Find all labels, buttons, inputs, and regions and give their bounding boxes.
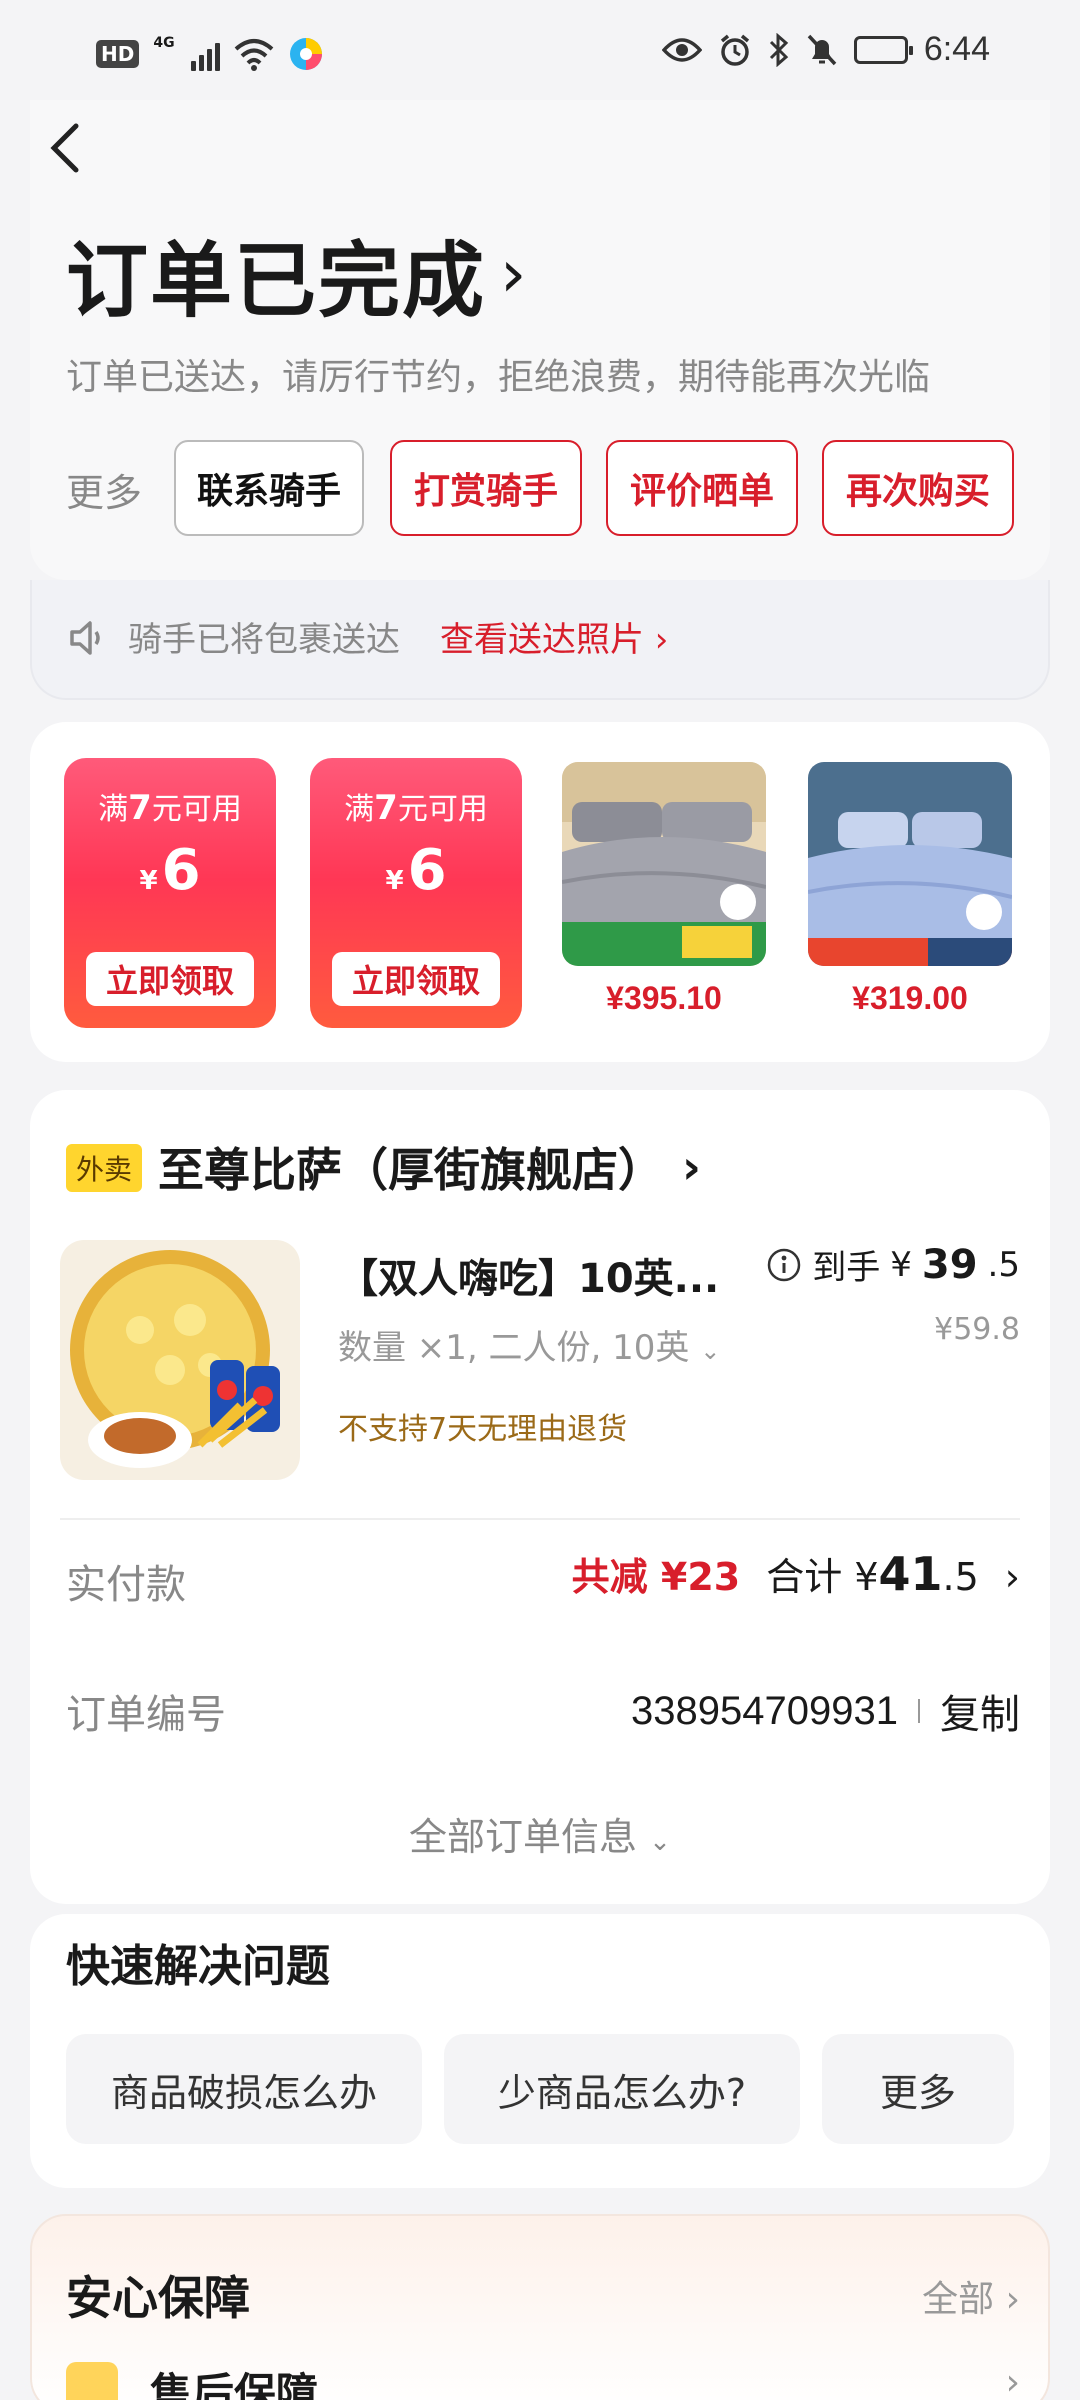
shop-name-link[interactable]: 至尊比萨（厚街旗舰店） › bbox=[158, 1134, 701, 1200]
order-number-row: 338954709931 复制 bbox=[631, 1682, 1020, 1740]
back-arrow-icon[interactable] bbox=[44, 118, 88, 178]
contact-rider-button[interactable]: 联系骑手 bbox=[174, 440, 364, 536]
pizza-image[interactable] bbox=[60, 1240, 300, 1480]
divider bbox=[60, 1518, 1020, 1520]
order-status-title[interactable]: 订单已完成 › bbox=[66, 214, 528, 333]
item-name[interactable]: 【双人嗨吃】10英... bbox=[338, 1246, 719, 1304]
more-label[interactable]: 更多 bbox=[66, 462, 142, 517]
guarantee-title: 安心保障 bbox=[66, 2271, 250, 2325]
coupon-card[interactable]: 满7元可用 ¥6 立即领取 bbox=[64, 758, 276, 1028]
coupon-condition: 满7元可用 bbox=[344, 788, 488, 828]
signal-icon bbox=[190, 37, 220, 71]
product-image-gray-bedding[interactable] bbox=[562, 762, 766, 966]
reorder-button[interactable]: 再次购买 bbox=[822, 440, 1014, 536]
info-icon[interactable] bbox=[766, 1247, 802, 1283]
page-title: 订单已完成 bbox=[66, 234, 487, 329]
coupon-card[interactable]: 满7元可用 ¥6 立即领取 bbox=[310, 758, 522, 1028]
chevron-down-icon: ⌄ bbox=[700, 1337, 721, 1365]
speaker-icon bbox=[70, 621, 100, 655]
wifi-icon bbox=[234, 39, 273, 71]
battery-icon bbox=[853, 35, 913, 64]
status-subtitle: 订单已送达，请厉行节约，拒绝浪费，期待能再次光临 bbox=[66, 357, 931, 398]
notice-text: 骑手已将包裹送达 bbox=[128, 620, 400, 660]
network-type: 4G bbox=[153, 35, 175, 51]
chevron-right-icon: › bbox=[1004, 1555, 1020, 1599]
status-bar: HD 4G 6:44 bbox=[0, 0, 1080, 110]
missing-item-button[interactable]: 少商品怎么办? bbox=[444, 2034, 800, 2144]
shield-check-icon bbox=[66, 2362, 118, 2400]
chevron-right-icon: › bbox=[1005, 2362, 1020, 2400]
quick-help-title: 快速解决问题 bbox=[66, 1941, 330, 1992]
chevron-right-icon: › bbox=[500, 235, 529, 312]
tip-rider-button[interactable]: 打赏骑手 bbox=[390, 440, 582, 536]
shop-name: 至尊比萨（厚街旗舰店） bbox=[158, 1143, 664, 1197]
item-final-price: 到手 ¥39.5 bbox=[766, 1240, 1020, 1289]
order-number: 338954709931 bbox=[631, 1688, 898, 1733]
copy-button[interactable]: 复制 bbox=[940, 1682, 1020, 1740]
alarm-icon bbox=[720, 34, 749, 66]
payment-summary[interactable]: 共减 ¥23 合计 ¥41.5 › bbox=[572, 1546, 1020, 1601]
coupon-amount: ¥6 bbox=[139, 838, 201, 903]
item-spec[interactable]: 数量 ×1, 二人份, 10英 ⌄ bbox=[338, 1320, 720, 1369]
item-original-price: ¥59.8 bbox=[934, 1312, 1020, 1347]
product-image-blue-bedding[interactable] bbox=[808, 762, 1012, 966]
eye-icon bbox=[661, 37, 702, 62]
order-number-label: 订单编号 bbox=[66, 1692, 226, 1738]
chevron-right-icon: › bbox=[682, 1140, 701, 1194]
paid-label: 实付款 bbox=[66, 1562, 186, 1608]
separator bbox=[918, 1699, 920, 1723]
product-price: ¥395.10 bbox=[606, 980, 722, 1016]
order-card bbox=[30, 1090, 1050, 1904]
status-left: HD 4G bbox=[96, 36, 324, 72]
after-sales-item[interactable]: 售后保障 bbox=[150, 2360, 318, 2400]
total-amount: 合计 ¥41.5 bbox=[766, 1547, 979, 1601]
status-right: 6:44 bbox=[661, 30, 990, 69]
hd-badge: HD bbox=[96, 40, 140, 68]
view-delivery-photo-link[interactable]: 查看送达照片 › bbox=[440, 612, 668, 661]
app-logo-icon bbox=[289, 38, 322, 70]
bell-off-icon bbox=[807, 34, 837, 65]
more-help-button[interactable]: 更多 bbox=[822, 2034, 1014, 2144]
coupon-amount: ¥6 bbox=[385, 838, 447, 903]
claim-coupon-button[interactable]: 立即领取 bbox=[86, 952, 254, 1006]
chevron-right-icon: › bbox=[1005, 2279, 1020, 2320]
guarantee-all-link[interactable]: 全部 › bbox=[922, 2270, 1020, 2322]
all-order-info-toggle[interactable]: 全部订单信息 ⌄ bbox=[0, 1806, 1080, 1861]
coupon-condition: 满7元可用 bbox=[98, 788, 242, 828]
chevron-down-icon: ⌄ bbox=[649, 1827, 671, 1857]
discount-amount: 共减 ¥23 bbox=[571, 1555, 741, 1599]
clock: 6:44 bbox=[923, 30, 990, 68]
bluetooth-icon bbox=[769, 32, 789, 67]
return-policy-note: 不支持7天无理由退货 bbox=[338, 1412, 628, 1447]
review-button[interactable]: 评价晒单 bbox=[606, 440, 798, 536]
product-price: ¥319.00 bbox=[852, 980, 968, 1016]
damaged-item-button[interactable]: 商品破损怎么办 bbox=[66, 2034, 422, 2144]
delivery-tag: 外卖 bbox=[66, 1144, 143, 1192]
claim-coupon-button[interactable]: 立即领取 bbox=[332, 952, 500, 1006]
